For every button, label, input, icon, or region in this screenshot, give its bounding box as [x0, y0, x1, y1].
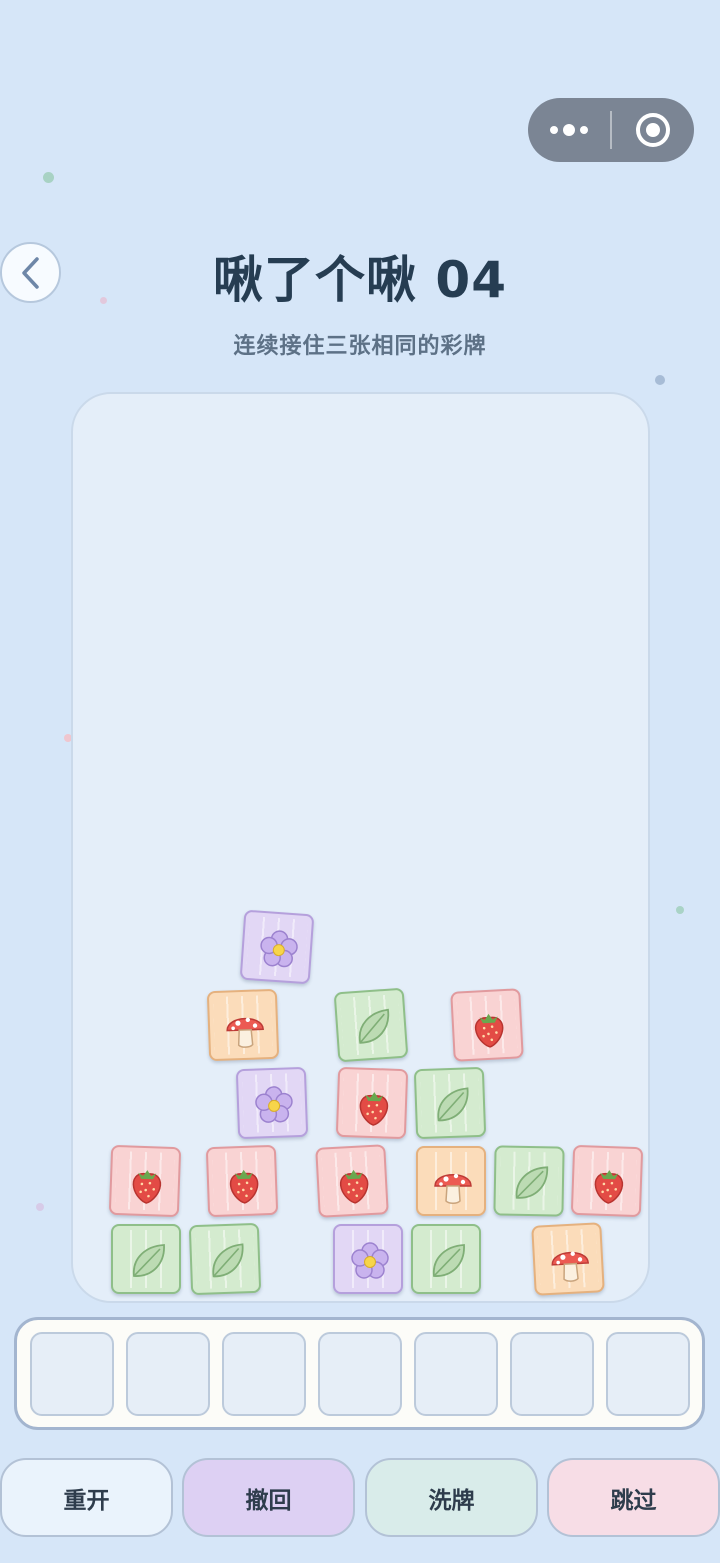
- strawberry-icon: [229, 1169, 259, 1204]
- leaf-tile[interactable]: [111, 1224, 181, 1294]
- mushroom-tile[interactable]: [206, 988, 280, 1062]
- decor-dot: [43, 172, 54, 183]
- flower-icon: [351, 1242, 389, 1279]
- leaf-tile[interactable]: [333, 987, 409, 1063]
- undo-button[interactable]: 撤回: [182, 1458, 355, 1537]
- tray-slot: [222, 1331, 306, 1416]
- leaf-icon: [133, 1244, 165, 1277]
- flower-tile[interactable]: [235, 1066, 309, 1140]
- leaf-icon: [433, 1244, 465, 1277]
- tray-slot: [318, 1331, 402, 1416]
- mushroom-icon: [226, 1017, 264, 1048]
- mushroom-icon: [434, 1173, 472, 1204]
- leaf-icon: [515, 1166, 549, 1199]
- miniprogram-capsule: [528, 98, 694, 162]
- flower-tile[interactable]: [239, 909, 315, 985]
- decor-dot: [36, 1203, 44, 1211]
- strawberry-icon: [339, 1169, 369, 1204]
- strawberry-tile[interactable]: [315, 1144, 389, 1218]
- tray-slot: [414, 1331, 498, 1416]
- leaf-icon: [212, 1243, 244, 1278]
- target-circle-icon[interactable]: [612, 98, 694, 162]
- leaf-icon: [437, 1087, 469, 1122]
- strawberry-tile[interactable]: [570, 1144, 644, 1218]
- flower-icon: [260, 930, 298, 968]
- shuffle-button[interactable]: 洗牌: [365, 1458, 538, 1537]
- decor-dot: [655, 375, 665, 385]
- leaf-tile[interactable]: [413, 1066, 487, 1140]
- tray-slot: [126, 1331, 210, 1416]
- tray-slot: [606, 1331, 690, 1416]
- page-subtitle: 连续接住三张相同的彩牌: [233, 334, 487, 359]
- strawberry-tile[interactable]: [335, 1066, 409, 1140]
- tile-tray: [14, 1317, 705, 1430]
- more-dots-icon[interactable]: [528, 98, 610, 162]
- strawberry-icon: [474, 1013, 504, 1048]
- strawberry-tile[interactable]: [205, 1144, 279, 1218]
- mushroom-icon: [551, 1251, 590, 1282]
- strawberry-icon: [132, 1170, 162, 1204]
- leaf-icon: [358, 1008, 390, 1044]
- leaf-tile[interactable]: [188, 1222, 262, 1296]
- leaf-tile[interactable]: [411, 1224, 481, 1294]
- page-title: 啾了个啾 04: [213, 251, 507, 309]
- flower-tile[interactable]: [333, 1224, 403, 1294]
- skip-button[interactable]: 跳过: [547, 1458, 720, 1537]
- flower-icon: [255, 1086, 293, 1123]
- mushroom-tile[interactable]: [416, 1146, 486, 1216]
- strawberry-icon: [594, 1170, 624, 1204]
- strawberry-tile[interactable]: [450, 988, 524, 1062]
- decor-dot: [676, 906, 684, 914]
- restart-button[interactable]: 重开: [0, 1458, 173, 1537]
- tray-slot: [510, 1331, 594, 1416]
- strawberry-tile[interactable]: [108, 1144, 182, 1218]
- strawberry-icon: [359, 1092, 389, 1126]
- tray-slot: [30, 1331, 114, 1416]
- leaf-tile[interactable]: [493, 1145, 565, 1217]
- mushroom-tile[interactable]: [531, 1222, 605, 1296]
